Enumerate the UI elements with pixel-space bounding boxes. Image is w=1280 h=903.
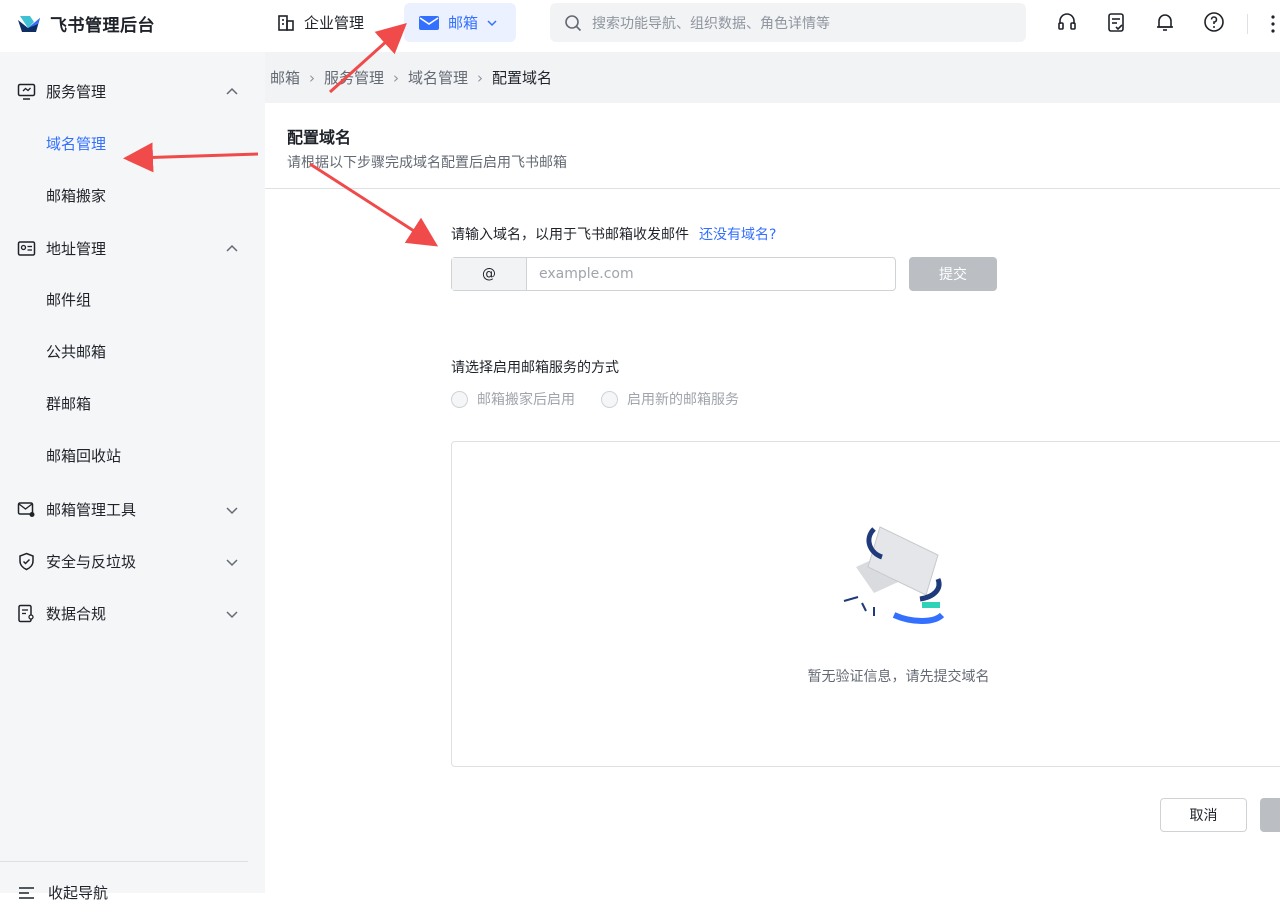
page-header: 配置域名 请根据以下步骤完成域名配置后启用飞书邮箱 (287, 124, 567, 172)
sidebar-group-security-antispam[interactable]: 安全与反垃圾 (0, 541, 265, 581)
sidebar-group-label: 数据合规 (46, 604, 107, 623)
breadcrumb-item[interactable]: 服务管理 (324, 67, 384, 88)
breadcrumb-current: 配置域名 (492, 69, 553, 87)
search-icon (565, 14, 582, 31)
breadcrumb-item[interactable]: 域名管理 (408, 67, 468, 88)
nav-company-label: 企业管理 (304, 14, 365, 32)
sidebar-group-data-compliance[interactable]: 数据合规 (0, 593, 265, 633)
headset-icon[interactable] (1056, 11, 1078, 33)
radio-option-new-service[interactable]: 启用新的邮箱服务 (601, 389, 739, 409)
verification-panel: 暂无验证信息，请先提交域名 (451, 441, 1280, 767)
page-title: 配置域名 (287, 128, 352, 147)
monitor-icon (17, 83, 36, 100)
main-content: 邮箱 › 服务管理 › 域名管理 › 配置域名 配置域名 请根据以下步骤完成域名… (265, 52, 1280, 893)
chevron-up-icon (226, 87, 238, 95)
nav-company-management[interactable]: 企业管理 (276, 3, 364, 42)
breadcrumb-separator-icon: › (309, 68, 316, 87)
sidebar-group-address-management[interactable]: 地址管理 (0, 228, 265, 268)
more-icon[interactable] (1268, 14, 1278, 34)
at-prefix: @ (452, 258, 527, 290)
submit-button[interactable]: 提交 (909, 257, 997, 291)
sidebar-item-mailbox-recycle-bin[interactable]: 邮箱回收站 (46, 444, 121, 468)
empty-state-text: 暂无验证信息，请先提交域名 (807, 669, 990, 685)
confirm-button[interactable] (1260, 798, 1280, 832)
nav-mail-label: 邮箱 (448, 14, 479, 32)
breadcrumb-item[interactable]: 邮箱 (270, 67, 300, 88)
sidebar-item-domain-management[interactable]: 域名管理 (46, 132, 106, 156)
sidebar-group-service-management[interactable]: 服务管理 (0, 71, 265, 111)
sidebar-group-label: 地址管理 (46, 239, 107, 258)
radio-option-migrate[interactable]: 邮箱搬家后启用 (451, 389, 575, 409)
contact-card-icon (17, 241, 36, 256)
sidebar-item-mailbox-migration[interactable]: 邮箱搬家 (46, 184, 106, 208)
chevron-up-icon (226, 244, 238, 252)
mail-settings-icon (17, 502, 35, 517)
app-logo[interactable]: 飞书管理后台 (16, 10, 155, 36)
top-bar-divider (1247, 14, 1248, 34)
empty-state-illustration-icon (843, 526, 945, 624)
no-domain-link[interactable]: 还没有域名? (699, 227, 776, 243)
cancel-button[interactable]: 取消 (1160, 798, 1247, 832)
clipboard-check-icon[interactable] (1105, 11, 1127, 33)
domain-prompt: 请输入域名，以用于飞书邮箱收发邮件 还没有域名? (451, 224, 776, 244)
chevron-down-icon (487, 19, 497, 26)
bell-icon[interactable] (1154, 11, 1176, 33)
breadcrumb-separator-icon: › (477, 68, 484, 87)
chevron-down-icon (226, 611, 238, 619)
radio-circle[interactable] (601, 390, 618, 408)
sidebar-item-mail-group[interactable]: 邮件组 (46, 288, 91, 312)
sidebar: 服务管理 域名管理 邮箱搬家 地址管理 邮件组 公共邮箱 群邮箱 邮箱回收站 邮… (0, 52, 265, 902)
help-icon[interactable] (1203, 11, 1225, 33)
app-title: 飞书管理后台 (50, 15, 155, 36)
sidebar-divider (0, 861, 248, 862)
header-divider (265, 188, 1280, 189)
sidebar-group-label: 邮箱管理工具 (46, 500, 137, 519)
chevron-down-icon (226, 507, 238, 515)
nav-mailbox[interactable]: 邮箱 (404, 3, 516, 42)
shield-check-icon (19, 552, 34, 571)
chevron-down-icon (226, 559, 238, 567)
breadcrumb: 邮箱 › 服务管理 › 域名管理 › 配置域名 (265, 52, 1280, 103)
breadcrumb-separator-icon: › (393, 68, 400, 87)
domain-input-group: @ (451, 257, 896, 291)
page-subtitle: 请根据以下步骤完成域名配置后启用飞书邮箱 (287, 155, 567, 171)
mail-icon (419, 15, 439, 30)
sidebar-group-label: 安全与反垃圾 (46, 552, 137, 571)
radio-label: 邮箱搬家后启用 (477, 392, 575, 408)
global-search-input[interactable]: 搜索功能导航、组织数据、角色详情等 (550, 3, 1026, 42)
top-bar: 飞书管理后台 企业管理 邮箱 搜索功能导航、组织数据、角色详情等 (0, 0, 1280, 52)
sidebar-group-mailbox-tools[interactable]: 邮箱管理工具 (0, 489, 265, 529)
sidebar-item-public-mailbox[interactable]: 公共邮箱 (46, 340, 106, 364)
feishu-logo-icon (18, 16, 40, 32)
document-user-icon (18, 604, 34, 623)
building-icon (278, 14, 294, 31)
search-placeholder: 搜索功能导航、组织数据、角色详情等 (592, 15, 830, 32)
radio-label: 启用新的邮箱服务 (627, 392, 739, 408)
domain-input[interactable] (527, 258, 895, 290)
radio-circle[interactable] (451, 390, 468, 408)
method-prompt: 请选择启用邮箱服务的方式 (451, 360, 619, 376)
sidebar-group-label: 服务管理 (46, 82, 107, 101)
domain-prompt-text: 请输入域名，以用于飞书邮箱收发邮件 (451, 227, 689, 243)
sidebar-item-group-mailbox[interactable]: 群邮箱 (46, 392, 91, 416)
